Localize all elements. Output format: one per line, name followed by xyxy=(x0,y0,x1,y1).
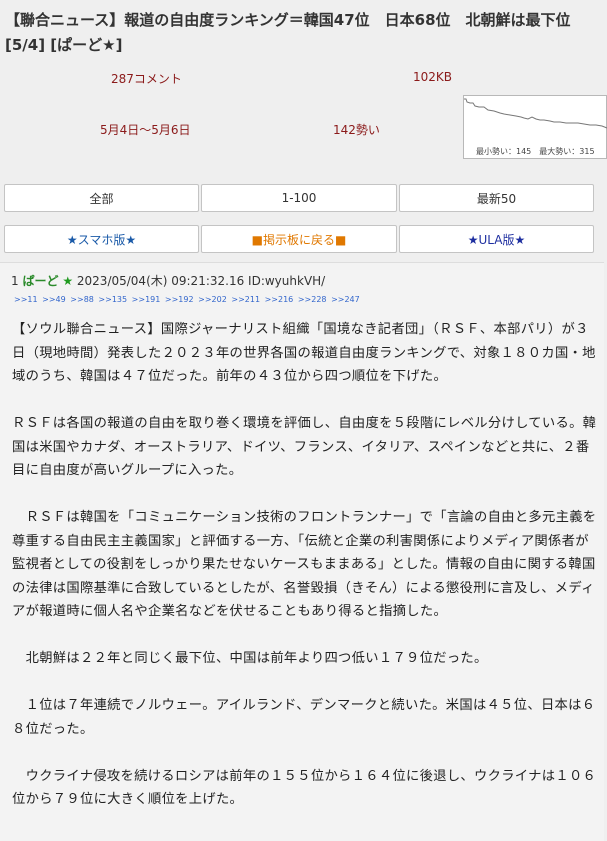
reply-anchor[interactable]: >>191 xyxy=(132,295,161,304)
reply-anchor[interactable]: >>211 xyxy=(231,295,260,304)
thread-title: 【聯合ニュース】報道の自由度ランキング＝韓国47位 日本68位 北朝鮮は最下位 … xyxy=(5,8,605,58)
momentum-graph: 最小勢い：145 最大勢い：315 xyxy=(463,95,607,159)
momentum: 142勢い xyxy=(333,123,380,137)
thread-size: 102KB xyxy=(413,70,453,84)
range-1-100-button[interactable]: 1-100 xyxy=(201,184,397,212)
post-paragraph: 【ソウル聯合ニュース】国際ジャーナリスト組織「国境なき記者団」（ＲＳＦ、本部パリ… xyxy=(12,322,596,384)
post-header: 1 ぱーど ★ 2023/05/04(木) 09:21:32.16 ID:wyu… xyxy=(11,272,601,291)
post-number: 1 xyxy=(11,274,19,288)
thread-title-line2: [5/4] [ぱーど★] xyxy=(5,36,123,54)
post-paragraph: ウクライナ侵攻を続けるロシアは前年の１５５位から１６４位に後退し、ウクライナは１… xyxy=(12,768,597,808)
post-datetime: 2023/05/04(木) 09:21:32.16 ID:wyuhkVH/ xyxy=(76,274,326,288)
reply-anchors: >>11 >>49 >>88 >>135 >>191 >>192 >>202 >… xyxy=(14,294,604,306)
date-range: 5月4日〜5月6日 xyxy=(100,123,191,137)
back-to-board-button[interactable]: ■掲示板に戻る■ xyxy=(201,225,397,253)
reply-anchor[interactable]: >>228 xyxy=(298,295,327,304)
star-icon: ★ xyxy=(62,274,74,288)
reply-anchor[interactable]: >>247 xyxy=(331,295,360,304)
reply-anchor[interactable]: >>49 xyxy=(42,295,66,304)
post-paragraph: ＲＳＦは各国の報道の自由を取り巻く環境を評価し、自由度を５段階にレベル分けしてい… xyxy=(12,416,597,478)
poster-name[interactable]: ぱーど xyxy=(22,274,58,288)
post-paragraph: ＲＳＦは韓国を「コミュニケーション技術のフロントランナー」で「言論の自由と多元主… xyxy=(12,510,597,619)
ula-version-button[interactable]: ★ULA版★ xyxy=(399,225,594,253)
reply-anchor[interactable]: >>192 xyxy=(165,295,194,304)
post-paragraph: １位は７年連続でノルウェー。アイルランド、デンマークと続いた。米国は４５位、日本… xyxy=(12,698,596,737)
reply-anchor[interactable]: >>202 xyxy=(198,295,227,304)
reply-anchor[interactable]: >>11 xyxy=(14,295,38,304)
comment-count: 287コメント xyxy=(111,72,182,86)
reply-anchor[interactable]: >>216 xyxy=(265,295,294,304)
reply-anchor[interactable]: >>135 xyxy=(98,295,127,304)
post-body: 【ソウル聯合ニュース】国際ジャーナリスト組織「国境なき記者団」（ＲＳＦ、本部パリ… xyxy=(12,318,600,835)
graph-caption: 最小勢い：145 最大勢い：315 xyxy=(476,147,595,156)
post-paragraph: 北朝鮮は２２年と同じく最下位、中国は前年より四つ低い１７９位だった。 xyxy=(12,651,488,666)
smartphone-version-button[interactable]: ★スマホ版★ xyxy=(4,225,199,253)
all-button[interactable]: 全部 xyxy=(4,184,199,212)
reply-anchor[interactable]: >>88 xyxy=(70,295,94,304)
thread-title-line1: 【聯合ニュース】報道の自由度ランキング＝韓国47位 日本68位 北朝鮮は最下位 xyxy=(5,11,571,29)
latest-50-button[interactable]: 最新50 xyxy=(399,184,594,212)
